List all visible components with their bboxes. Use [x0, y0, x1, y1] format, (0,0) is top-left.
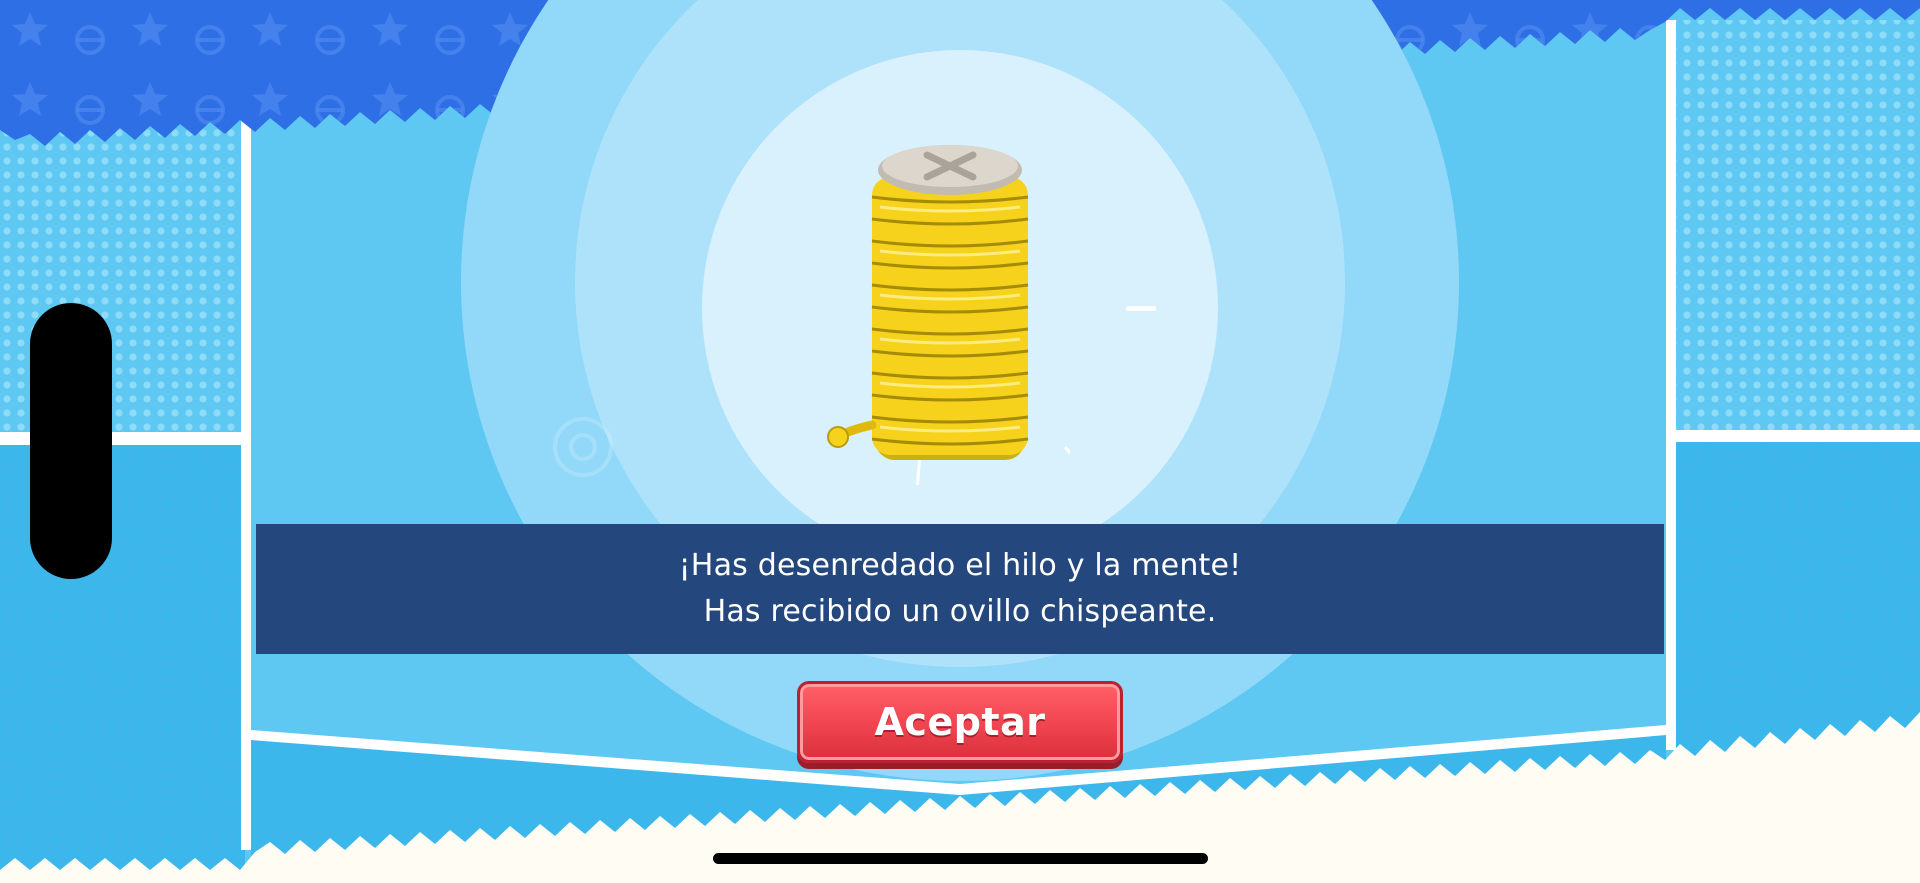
message-line-1: ¡Has desenredado el hilo y la mente! — [678, 548, 1242, 583]
yarn-spool-icon — [827, 145, 1070, 485]
accept-button-label: Aceptar — [874, 700, 1046, 744]
side-pill-handle — [30, 303, 112, 579]
message-line-2: Has recibido un ovillo chispeante. — [703, 594, 1217, 629]
home-indicator[interactable] — [713, 853, 1208, 864]
accept-button[interactable]: Aceptar — [797, 681, 1123, 763]
message-box: ¡Has desenredado el hilo y la mente! Has… — [256, 524, 1664, 654]
reward-screen: ¡Has desenredado el hilo y la mente! Has… — [0, 0, 1920, 883]
sparkle-dash — [1126, 306, 1156, 311]
watermark-logo-icon — [553, 417, 613, 477]
